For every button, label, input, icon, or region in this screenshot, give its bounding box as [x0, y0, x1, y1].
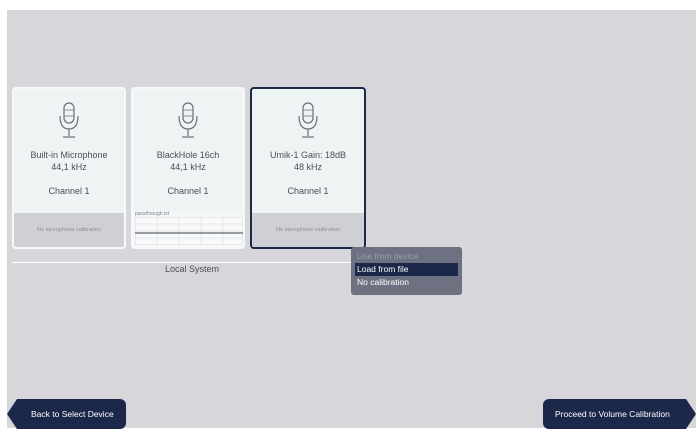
menu-item-load-from-file[interactable]: Load from file — [355, 263, 458, 276]
device-name: Built-in Microphone — [30, 150, 108, 160]
device-name: BlackHole 16ch — [156, 150, 220, 160]
proceed-button-label: Proceed to Volume Calibration — [555, 409, 670, 419]
device-sample-rate: 44,1 kHz — [51, 162, 87, 172]
device-name: Umik-1 Gain: 18dB — [269, 150, 347, 160]
calibration-area[interactable]: No microphone calibration — [14, 213, 124, 247]
microphone-icon — [59, 102, 79, 138]
device-card-blackhole[interactable]: BlackHole 16ch 44,1 kHz Channel 1 passth… — [131, 87, 245, 249]
device-channel: Channel 1 — [48, 186, 90, 196]
device-card-umik-1[interactable]: Umik-1 Gain: 18dB 48 kHz Channel 1 No mi… — [250, 87, 366, 249]
device-channel: Channel 1 — [167, 186, 209, 196]
calibration-area[interactable]: No microphone calibration — [252, 213, 364, 247]
device-card-built-in-microphone[interactable]: Built-in Microphone 44,1 kHz Channel 1 N… — [12, 87, 126, 249]
microphone-icon — [298, 102, 318, 138]
calibration-area[interactable]: passthrough.txt — [133, 211, 243, 247]
calibration-curve-graph — [135, 217, 243, 245]
group-divider — [12, 262, 372, 263]
group-label: Local System — [164, 264, 220, 274]
calibration-stage: Built-in Microphone 44,1 kHz Channel 1 N… — [7, 10, 696, 429]
microphone-icon — [178, 102, 198, 138]
calibration-menu: Use from device Load from file No calibr… — [351, 247, 462, 295]
device-channel: Channel 1 — [287, 186, 329, 196]
back-button[interactable]: Back to Select Device — [7, 399, 126, 429]
menu-item-use-from-device: Use from device — [357, 251, 419, 261]
proceed-button[interactable]: Proceed to Volume Calibration — [543, 399, 696, 429]
device-sample-rate: 44,1 kHz — [170, 162, 206, 172]
menu-item-no-calibration[interactable]: No calibration — [355, 276, 458, 289]
back-button-label: Back to Select Device — [31, 409, 114, 419]
device-sample-rate: 48 kHz — [293, 162, 322, 172]
